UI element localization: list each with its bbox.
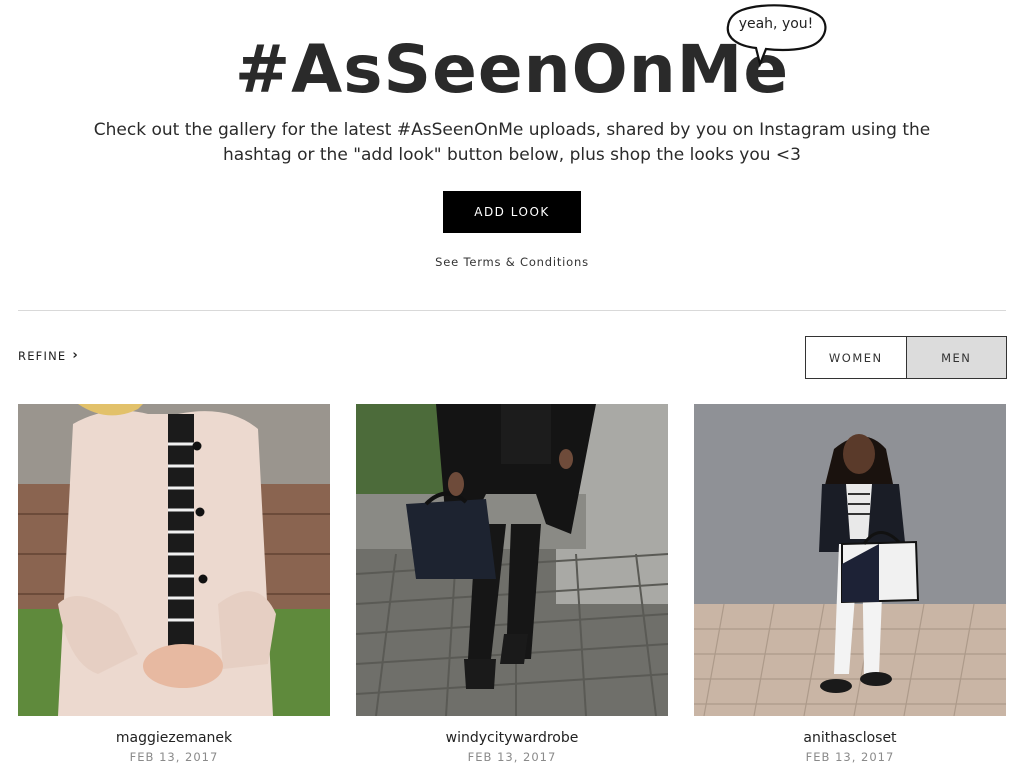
page: #AsSeenOnMe yeah, you! Check out the gal… bbox=[0, 0, 1024, 778]
card-date: FEB 13, 2017 bbox=[129, 750, 219, 764]
look-photo[interactable] bbox=[18, 404, 330, 716]
refine-button[interactable]: REFINE › bbox=[18, 348, 79, 363]
chevron-right-icon: › bbox=[72, 348, 79, 363]
speech-bubble: yeah, you! bbox=[724, 4, 828, 68]
card-date: FEB 13, 2017 bbox=[805, 750, 895, 764]
card-date: FEB 13, 2017 bbox=[467, 750, 557, 764]
card-username[interactable]: anithascloset bbox=[694, 730, 1006, 746]
gallery-card[interactable]: anithascloset FEB 13, 2017 bbox=[694, 404, 1006, 764]
page-title: #AsSeenOnMe bbox=[234, 31, 790, 108]
card-username[interactable]: maggiezemanek bbox=[18, 730, 330, 746]
gallery-card[interactable]: maggiezemanek FEB 13, 2017 bbox=[18, 404, 330, 764]
bubble-text: yeah, you! bbox=[738, 16, 814, 32]
add-look-button[interactable]: ADD LOOK bbox=[443, 191, 581, 233]
look-photo[interactable] bbox=[694, 404, 1006, 716]
refine-label: REFINE bbox=[18, 348, 67, 363]
gender-toggle: WOMEN MEN bbox=[805, 336, 1007, 379]
divider bbox=[18, 310, 1006, 311]
card-username[interactable]: windycitywardrobe bbox=[356, 730, 668, 746]
women-toggle[interactable]: WOMEN bbox=[806, 337, 906, 378]
look-photo[interactable] bbox=[356, 404, 668, 716]
page-description: Check out the gallery for the latest #As… bbox=[93, 120, 931, 165]
speech-bubble-icon bbox=[726, 4, 827, 68]
terms-link[interactable]: See Terms & Conditions bbox=[0, 255, 1024, 269]
men-toggle[interactable]: MEN bbox=[905, 337, 1006, 378]
gallery-card[interactable]: windycitywardrobe FEB 13, 2017 bbox=[356, 404, 668, 764]
